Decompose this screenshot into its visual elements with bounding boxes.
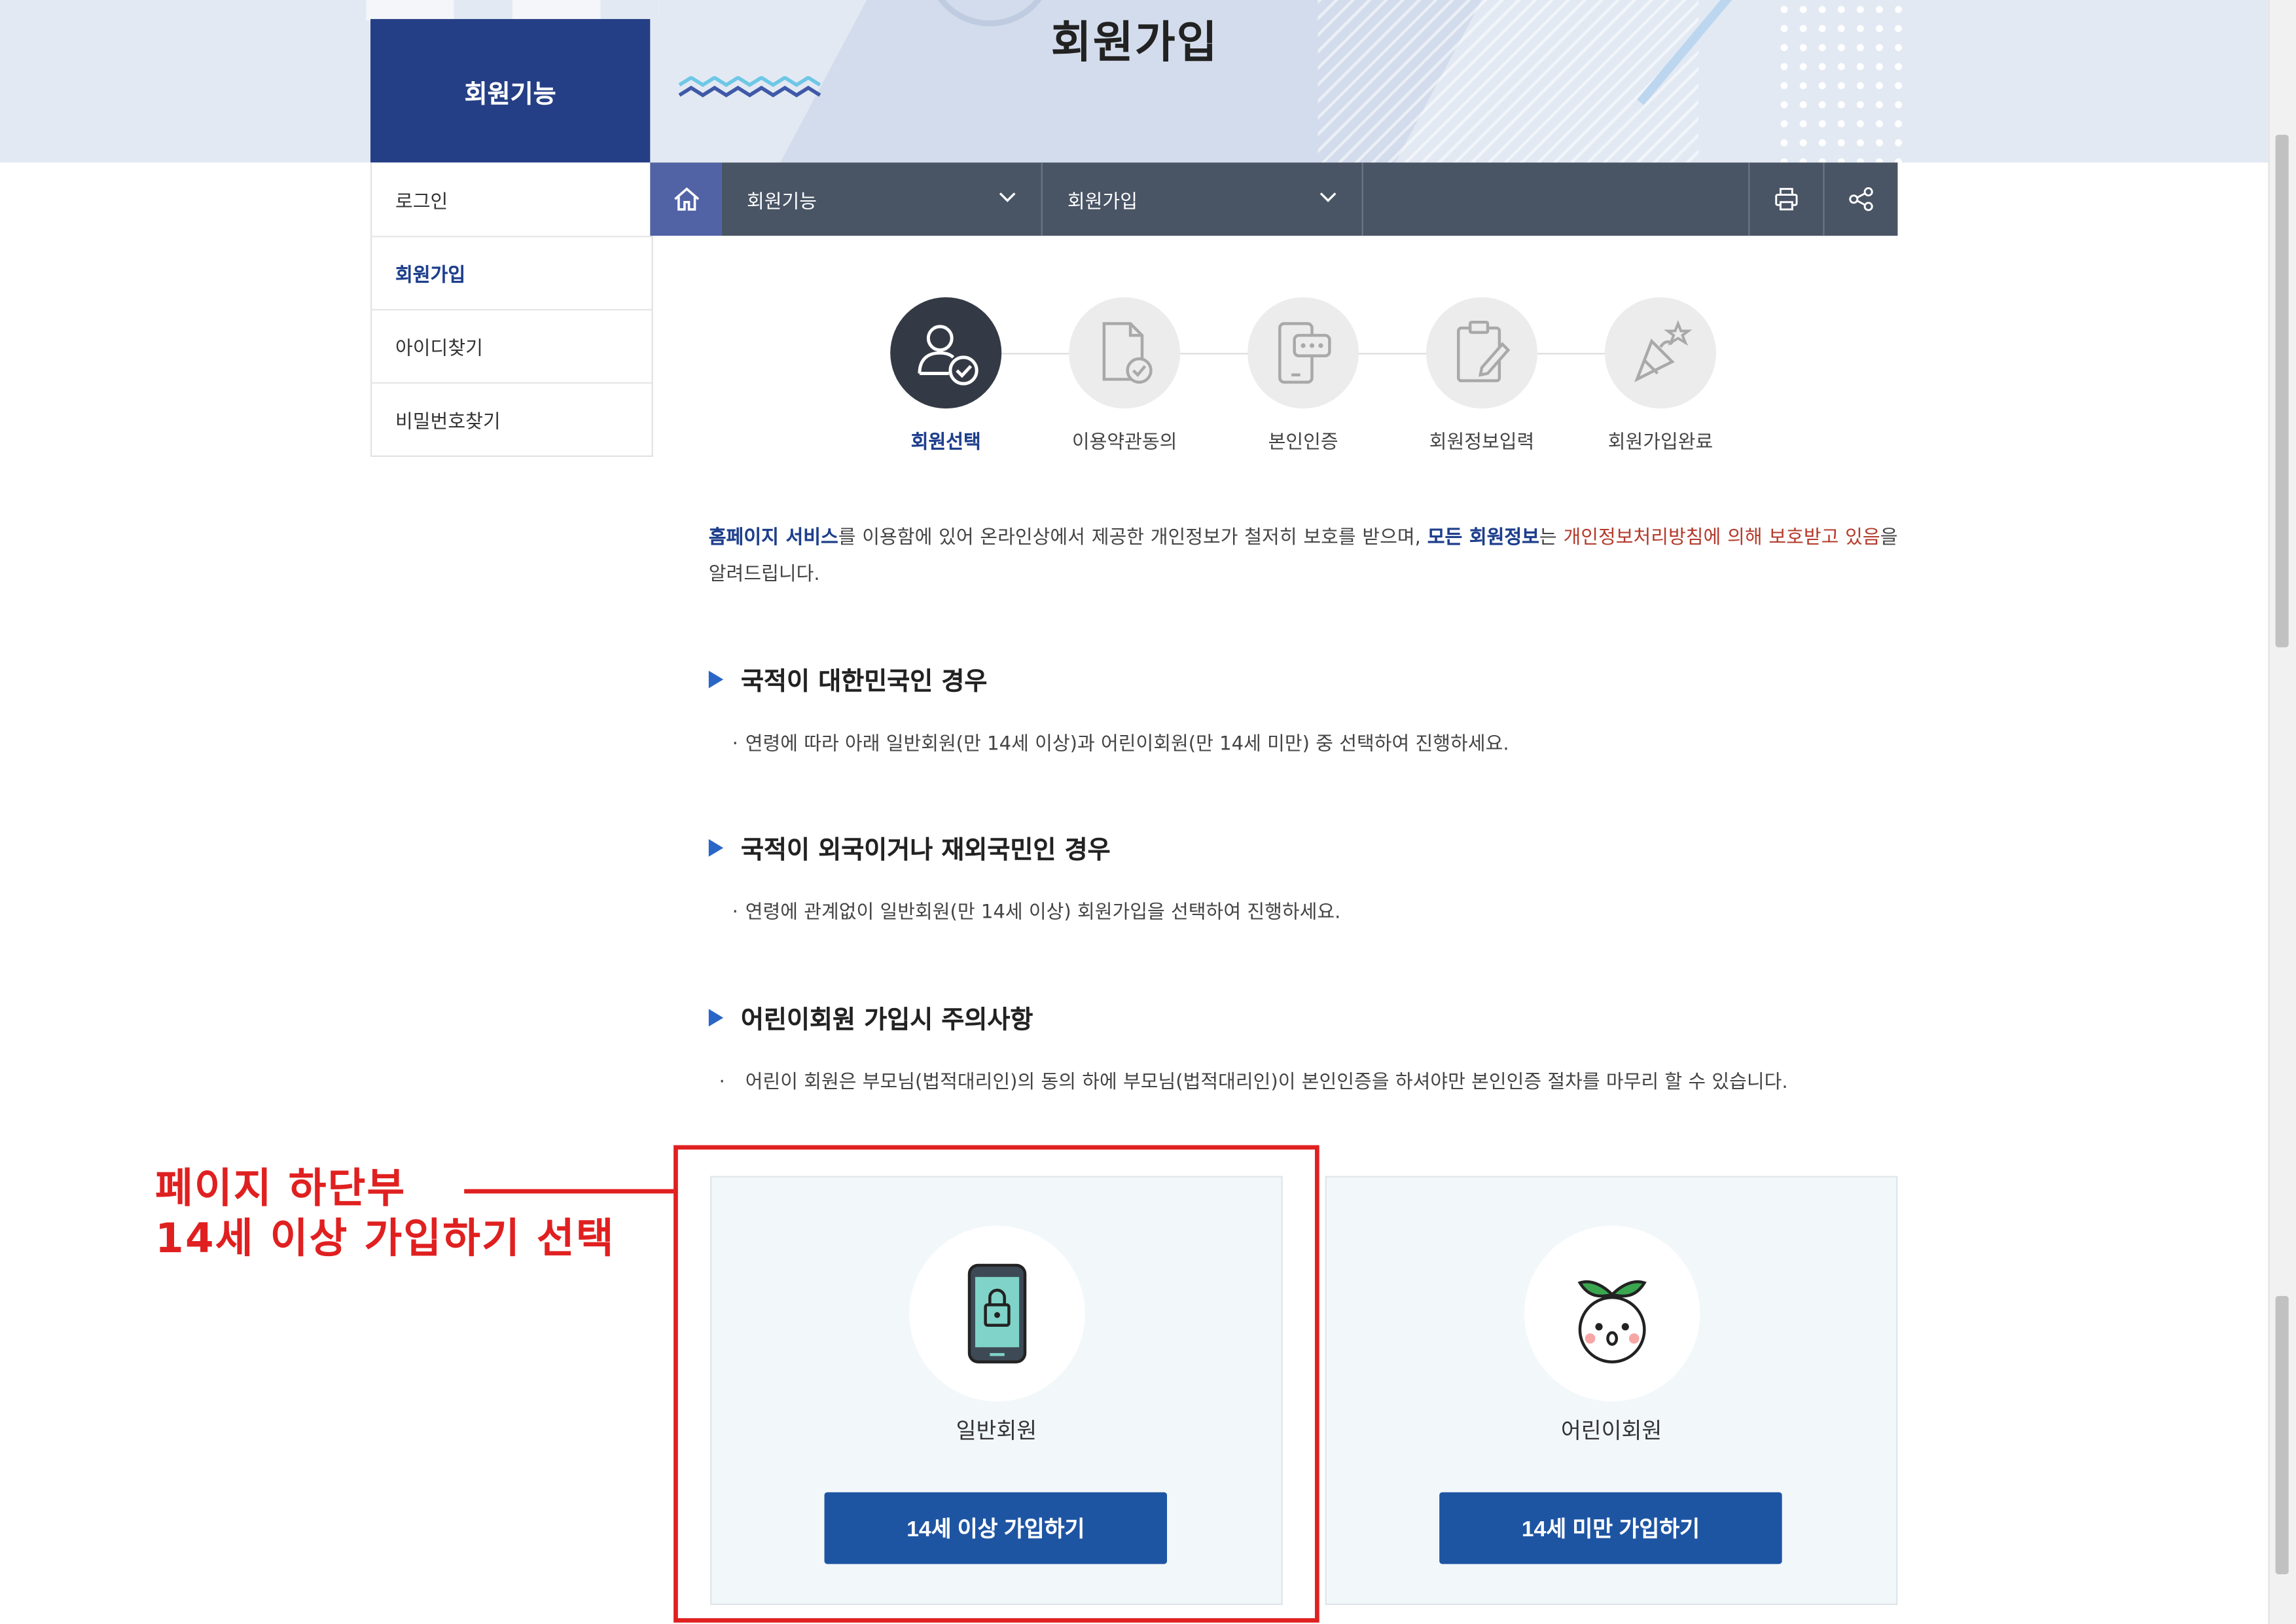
intro-text-part: 는	[1539, 527, 1564, 549]
document-check-icon	[1102, 322, 1153, 384]
bullet: ·	[732, 902, 738, 924]
section-body-child-notice: · 어린이 회원은 부모님(법적대리인)의 동의 하에 부모님(법적대리인)이 본…	[719, 1069, 1905, 1098]
share-icon	[1849, 187, 1873, 211]
bullet: ·	[732, 733, 738, 756]
step-circle	[1604, 297, 1716, 409]
user-check-icon	[918, 325, 978, 386]
sidebar-header: 회원기능	[370, 19, 651, 163]
step-circle	[1247, 297, 1359, 409]
section-title-text: 어린이회원 가입시 주의사항	[741, 1005, 1033, 1036]
breadcrumb-bar: 회원기능 회원가입	[721, 162, 1898, 236]
step-circle	[1426, 297, 1538, 409]
page: 회원가입 회원기능 로그인 회원가입 아이디찾기 비밀번호찾기 회원기능 회원가…	[0, 0, 2296, 1624]
section-title-text: 국적이 외국이거나 재외국민인 경우	[741, 836, 1111, 866]
intro-text: 홈페이지 서비스를 이용함에 있어 온라인상에서 제공한 개인정보가 철저히 보…	[709, 520, 1898, 593]
vertical-scrollbar[interactable]	[2268, 0, 2296, 1624]
sidebar-item-login[interactable]: 로그인	[372, 162, 651, 236]
clipboard-edit-icon	[1457, 320, 1511, 382]
banner-dots	[1774, 0, 1914, 163]
share-button[interactable]	[1823, 162, 1897, 236]
step-terms-agree: 이용약관동의	[1044, 297, 1205, 454]
triangle-bullet-icon	[708, 670, 724, 688]
intro-highlight-service: 홈페이지 서비스	[708, 527, 838, 549]
sidebar-item-signup[interactable]: 회원가입	[372, 236, 652, 309]
step-circle	[1069, 297, 1181, 409]
section-body-text: 연령에 관계없이 일반회원(만 14세 이상) 회원가입을 선택하여 진행하세요…	[745, 902, 1341, 924]
section-title-korean: 국적이 대한민국인 경우	[708, 660, 988, 697]
annotation-line-2: 14세 이상 가입하기 선택	[155, 1214, 615, 1263]
triangle-bullet-icon	[708, 838, 724, 856]
triangle-bullet-icon	[708, 1008, 724, 1026]
breadcrumb-dropdown-level2[interactable]: 회원가입	[1043, 162, 1363, 236]
step-label: 회원가입완료	[1607, 431, 1713, 454]
intro-text-part: 를 이용함에 있어 온라인상에서 제공한 개인정보가 철저히 보호를 받으며,	[838, 527, 1427, 549]
banner-pattern	[366, 0, 659, 21]
step-label: 회원선택	[910, 431, 981, 454]
step-identity-verify: 본인인증	[1223, 297, 1384, 454]
step-label: 본인인증	[1268, 431, 1338, 454]
print-icon	[1775, 188, 1798, 211]
step-signup-complete: 회원가입완료	[1580, 297, 1741, 454]
home-icon	[673, 187, 699, 211]
intro-highlight-member-info: 모든 회원정보	[1427, 527, 1539, 549]
banner-stripes	[1318, 0, 1699, 163]
scrollbar-thumb[interactable]	[2275, 134, 2289, 647]
section-body-text: 연령에 따라 아래 일반회원(만 14세 이상)과 어린이회원(만 14세 미만…	[745, 733, 1509, 756]
print-button[interactable]	[1748, 162, 1823, 236]
breadcrumb-dropdown-level1[interactable]: 회원기능	[722, 162, 1043, 236]
step-member-select: 회원선택	[865, 297, 1026, 454]
scrollbar-thumb-secondary[interactable]	[2275, 1295, 2289, 1574]
section-body-text: 어린이 회원은 부모님(법적대리인)의 동의 하에 부모님(법적대리인)이 본인…	[745, 1072, 1788, 1094]
step-circle	[890, 297, 1002, 409]
sidebar-menu: 로그인 회원가입 아이디찾기 비밀번호찾기	[370, 162, 653, 458]
annotation-highlight-box	[673, 1145, 1319, 1623]
section-title-foreign: 국적이 외국이거나 재외국민인 경우	[708, 829, 1111, 866]
step-label: 회원정보입력	[1429, 431, 1535, 454]
party-popper-icon	[1634, 319, 1693, 383]
section-body-korean: · 연령에 따라 아래 일반회원(만 14세 이상)과 어린이회원(만 14세 미…	[732, 731, 1892, 760]
page-title: 회원가입	[1050, 17, 1219, 69]
top-banner: 회원가입	[0, 0, 2269, 163]
sprout-face-icon	[1577, 1280, 1647, 1363]
card-label: 어린이회원	[1560, 1417, 1662, 1444]
join-under-14-button[interactable]: 14세 미만 가입하기	[1439, 1492, 1782, 1564]
card-icon-circle	[1524, 1225, 1700, 1402]
privacy-policy-link[interactable]: 개인정보처리방침에 의해 보호받고 있음	[1563, 527, 1880, 549]
sidebar-item-find-password[interactable]: 비밀번호찾기	[372, 382, 652, 456]
section-title-text: 국적이 대한민국인 경우	[741, 668, 988, 697]
annotation-text: 페이지 하단부 14세 이상 가입하기 선택	[155, 1164, 615, 1264]
bullet: ·	[719, 1072, 725, 1094]
step-label: 이용약관동의	[1071, 431, 1177, 454]
sidebar-item-find-id[interactable]: 아이디찾기	[372, 309, 652, 382]
chevron-down-icon	[1319, 192, 1336, 202]
annotation-line-1: 페이지 하단부	[155, 1164, 406, 1213]
step-member-info: 회원정보입력	[1401, 297, 1562, 454]
zigzag-decoration	[678, 76, 821, 98]
breadcrumb-level2-label: 회원가입	[1067, 190, 1138, 213]
phone-verify-icon	[1278, 322, 1331, 384]
chevron-down-icon	[999, 192, 1016, 202]
section-body-foreign: · 연령에 관계없이 일반회원(만 14세 이상) 회원가입을 선택하여 진행하세…	[732, 899, 1892, 929]
child-member-card: 어린이회원 14세 미만 가입하기	[1325, 1176, 1898, 1605]
breadcrumb-level1-label: 회원기능	[746, 190, 817, 213]
section-title-child-notice: 어린이회원 가입시 주의사항	[708, 999, 1033, 1036]
home-button[interactable]	[650, 162, 722, 236]
